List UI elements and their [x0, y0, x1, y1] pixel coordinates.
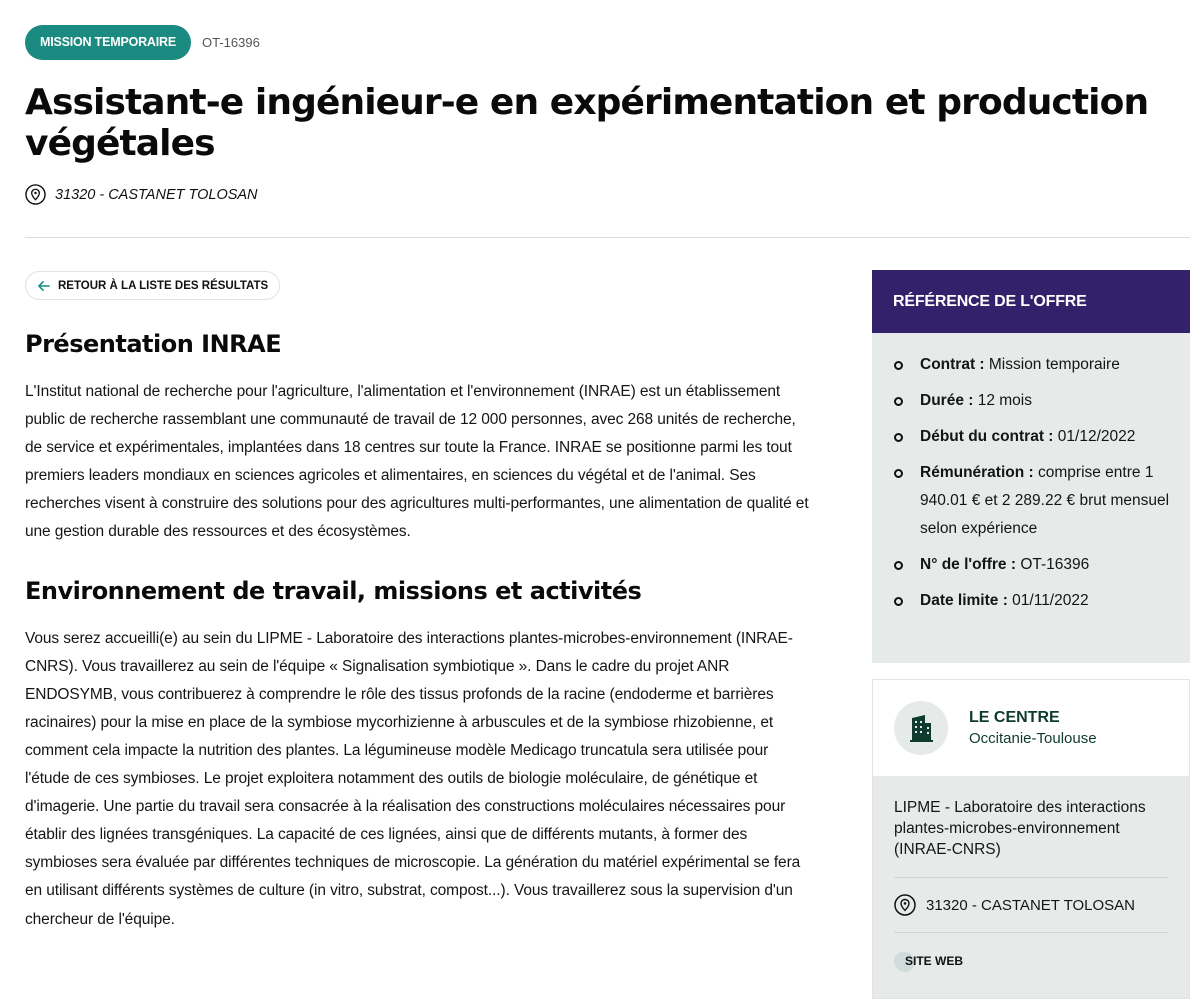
location-pin-icon [894, 894, 916, 916]
section-heading-environment: Environnement de travail, missions et ac… [25, 576, 642, 605]
offer-header: MISSION TEMPORAIRE OT-16396 Assistant-e … [25, 24, 1190, 205]
detail-value: OT-16396 [1020, 556, 1090, 573]
back-to-results-button[interactable]: RETOUR À LA LISTE DES RÉSULTATS [25, 271, 281, 300]
center-subtitle: Occitanie-Toulouse [969, 730, 1097, 747]
detail-deadline: Date limite : 01/11/2022 [892, 587, 1170, 615]
back-label: RETOUR À LA LISTE DES RÉSULTATS [58, 279, 269, 292]
building-icon [894, 701, 948, 755]
detail-salary: Rémunération : comprise entre 1 940.01 €… [892, 459, 1170, 543]
offer-reference-body: Contrat : Mission temporaire Durée : 12 … [872, 333, 1190, 663]
center-heading-group: LE CENTRE Occitanie-Toulouse [969, 709, 1097, 747]
detail-label: N° de l'offre : [920, 556, 1016, 573]
detail-label: Rémunération : [920, 464, 1034, 481]
detail-value: 01/11/2022 [1012, 592, 1089, 609]
detail-value: 12 mois [977, 392, 1032, 409]
detail-contract: Contrat : Mission temporaire [892, 351, 1170, 379]
detail-label: Contrat : [920, 356, 985, 373]
arrow-left-icon [38, 280, 50, 291]
page-title: Assistant-e ingénieur-e en expérimentati… [25, 82, 1149, 164]
offer-details-list: Contrat : Mission temporaire Durée : 12 … [892, 351, 1170, 615]
contract-type-badge: MISSION TEMPORAIRE [25, 24, 191, 60]
detail-duration: Durée : 12 mois [892, 387, 1170, 415]
offer-reference: OT-16396 [202, 34, 260, 50]
offer-reference-panel: RÉFÉRENCE DE L'OFFRE Contrat : Mission t… [872, 270, 1190, 663]
center-location-text: 31320 - CASTANET TOLOSAN [926, 896, 1135, 914]
offer-reference-heading: RÉFÉRENCE DE L'OFFRE [872, 270, 1190, 333]
section-text-presentation: L'Institut national de recherche pour l'… [25, 383, 809, 541]
detail-start-date: Début du contrat : 01/12/2022 [892, 423, 1170, 451]
header-divider [25, 237, 1190, 238]
center-details: LIPME - Laboratoire des interactions pla… [873, 776, 1189, 998]
location-pin-icon [25, 184, 46, 205]
website-link[interactable]: SITE WEB [894, 950, 970, 972]
main-content: RETOUR À LA LISTE DES RÉSULTATS Présenta… [25, 271, 815, 934]
location-text: 31320 - CASTANET TOLOSAN [55, 186, 258, 203]
detail-value: Mission temporaire [988, 356, 1120, 373]
detail-label: Début du contrat : [920, 428, 1054, 445]
lab-description: LIPME - Laboratoire des interactions pla… [894, 797, 1168, 878]
center-title: LE CENTRE [969, 709, 1060, 726]
center-panel: LE CENTRE Occitanie-Toulouse LIPME - Lab… [872, 679, 1190, 999]
offer-location: 31320 - CASTANET TOLOSAN [25, 184, 1190, 205]
center-location: 31320 - CASTANET TOLOSAN [894, 878, 1168, 933]
detail-offer-number: N° de l'offre : OT-16396 [892, 551, 1170, 579]
section-text-environment: Vous serez accueilli(e) au sein du LIPME… [25, 629, 801, 928]
detail-label: Date limite : [920, 592, 1008, 609]
detail-label: Durée : [920, 392, 974, 409]
badge-row: MISSION TEMPORAIRE OT-16396 [25, 24, 1190, 60]
detail-value: 01/12/2022 [1057, 428, 1136, 445]
center-header: LE CENTRE Occitanie-Toulouse [873, 680, 1189, 776]
section-heading-presentation: Présentation INRAE [25, 330, 282, 358]
